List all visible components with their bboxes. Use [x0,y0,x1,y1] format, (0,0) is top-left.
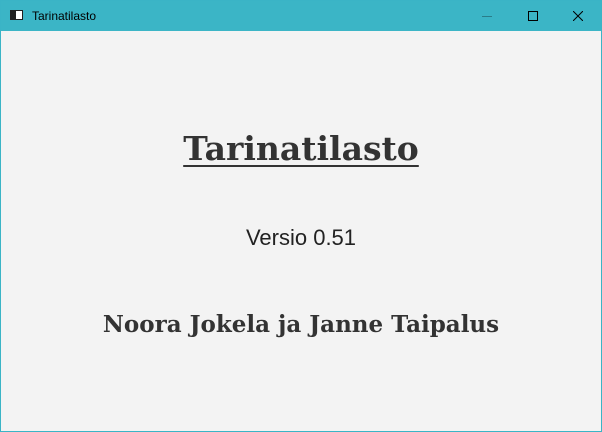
main-content: Tarinatilasto Versio 0.51 Noora Jokela j… [1,31,601,431]
close-icon [573,11,583,21]
app-title: Tarinatilasto [183,129,419,168]
minimize-icon [482,16,492,17]
title-bar[interactable]: Tarinatilasto [1,1,601,31]
app-window-icon [10,10,23,20]
maximize-button[interactable] [510,1,556,31]
app-window: Tarinatilasto Tarinatilasto Versio 0.51 … [0,0,602,432]
authors-label: Noora Jokela ja Janne Taipalus [102,311,500,338]
close-button[interactable] [555,1,601,31]
window-title: Tarinatilasto [32,9,97,23]
minimize-button[interactable] [464,1,510,31]
version-label: Versio 0.51 [245,225,357,250]
maximize-icon [528,11,538,21]
